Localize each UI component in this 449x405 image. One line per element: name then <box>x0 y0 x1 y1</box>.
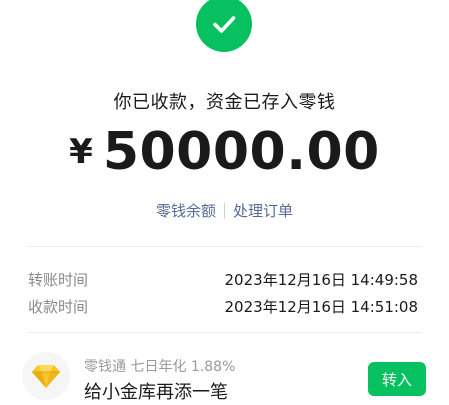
success-badge <box>196 0 252 52</box>
detail-value: 2023年12月16日 14:51:08 <box>224 298 418 316</box>
transfer-in-button[interactable]: 转入 <box>368 362 426 396</box>
promo-title[interactable]: 给小金库再添一笔 <box>84 378 228 404</box>
amount-display: ¥50000.00 <box>0 122 449 182</box>
action-links: 零钱余额 处理订单 <box>0 200 449 221</box>
detail-row-transfer-time: 转账时间 2023年12月16日 14:49:58 <box>28 269 418 290</box>
link-separator <box>224 202 225 219</box>
currency-symbol: ¥ <box>69 132 93 172</box>
detail-label: 收款时间 <box>28 298 89 316</box>
detail-row-receive-time: 收款时间 2023年12月16日 14:51:08 <box>28 296 418 317</box>
promo-subtitle: 零钱通 七日年化 1.88% <box>84 359 236 375</box>
diamond-icon <box>32 365 60 388</box>
process-order-link[interactable]: 处理订单 <box>233 200 293 221</box>
check-icon <box>213 16 236 33</box>
detail-value: 2023年12月16日 14:49:58 <box>224 271 418 289</box>
amount-value: 50000.00 <box>102 122 380 182</box>
divider <box>28 246 421 247</box>
promo-icon-circle <box>22 352 70 400</box>
balance-link[interactable]: 零钱余额 <box>156 200 216 221</box>
detail-label: 转账时间 <box>28 271 89 289</box>
status-message: 你已收款，资金已存入零钱 <box>113 92 336 113</box>
divider <box>28 332 421 333</box>
receipt-page: 你已收款，资金已存入零钱 ¥50000.00 零钱余额 处理订单 转账时间 20… <box>0 0 449 405</box>
